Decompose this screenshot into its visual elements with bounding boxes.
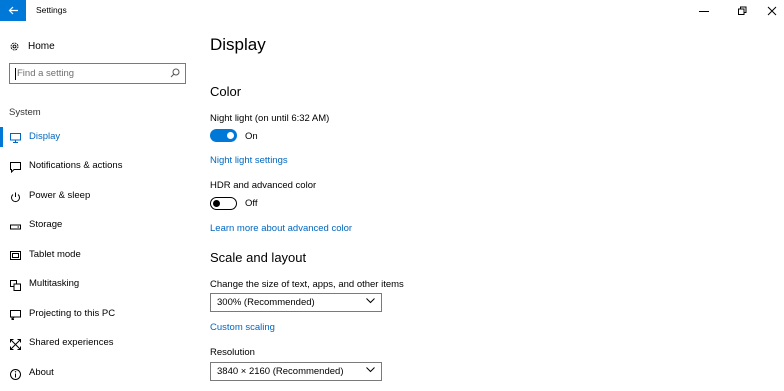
custom-scaling-link[interactable]: Custom scaling [210, 322, 275, 333]
minimize-button[interactable] [688, 0, 720, 21]
sidebar-item-label: About [29, 367, 54, 378]
sidebar-item-label: Projecting to this PC [29, 308, 116, 319]
active-indicator [0, 127, 3, 147]
search-input[interactable] [17, 66, 167, 81]
sidebar: Home System Display Notifications & acti… [0, 21, 196, 391]
shared-experiences-icon [9, 337, 21, 350]
night-light-settings-link[interactable]: Night light settings [210, 155, 288, 166]
toggle-knob [213, 199, 220, 207]
sidebar-item-storage[interactable]: Storage [0, 215, 196, 235]
restore-button[interactable] [726, 0, 758, 21]
search-box[interactable] [9, 63, 186, 84]
toggle-knob [227, 132, 234, 139]
back-button[interactable] [0, 0, 26, 21]
main-content: Display Color Night light (on until 6:32… [196, 21, 784, 391]
sidebar-item-shared-experiences[interactable]: Shared experiences [0, 333, 196, 353]
projecting-icon [9, 308, 21, 320]
sidebar-item-projecting[interactable]: Projecting to this PC [0, 304, 196, 324]
scale-dropdown-value: 300% (Recommended) [217, 297, 315, 308]
text-cursor [15, 68, 16, 80]
sidebar-item-label: Power & sleep [29, 190, 91, 201]
section-heading-scale-layout: Scale and layout [210, 250, 307, 265]
hdr-label: HDR and advanced color [210, 180, 317, 191]
storage-icon [9, 219, 21, 231]
chevron-down-icon [366, 298, 375, 304]
arrow-left-icon [8, 6, 18, 15]
info-icon [9, 367, 21, 380]
sidebar-item-label: Display [29, 131, 61, 142]
home-label: Home [28, 40, 55, 52]
sidebar-item-about[interactable]: About [0, 363, 196, 383]
size-label: Change the size of text, apps, and other… [210, 279, 404, 290]
sidebar-item-label: Shared experiences [29, 337, 114, 348]
notification-icon [9, 160, 21, 173]
sidebar-item-label: Notifications & actions [29, 160, 123, 171]
sidebar-item-label: Multitasking [29, 278, 80, 289]
page-title: Display [210, 35, 266, 54]
home-nav-item[interactable]: Home [9, 38, 55, 54]
resolution-dropdown[interactable]: 3840 × 2160 (Recommended) [210, 362, 382, 381]
restore-icon [738, 6, 747, 15]
resolution-dropdown-value: 3840 × 2160 (Recommended) [217, 366, 344, 377]
advanced-color-link[interactable]: Learn more about advanced color [210, 223, 352, 234]
tablet-icon [9, 249, 21, 261]
monitor-icon [9, 131, 21, 143]
sidebar-item-label: Storage [29, 219, 63, 230]
scale-dropdown[interactable]: 300% (Recommended) [210, 293, 382, 312]
hdr-state: Off [245, 198, 258, 209]
app-title: Settings [36, 5, 67, 15]
sidebar-item-tablet-mode[interactable]: Tablet mode [0, 245, 196, 265]
multitasking-icon [9, 278, 21, 291]
resolution-label: Resolution [210, 347, 255, 358]
sidebar-item-notifications[interactable]: Notifications & actions [0, 156, 196, 176]
night-light-label: Night light (on until 6:32 AM) [210, 113, 330, 124]
section-heading-color: Color [210, 84, 242, 99]
sidebar-item-display[interactable]: Display [0, 127, 196, 147]
night-light-state: On [245, 131, 258, 142]
search-icon[interactable] [170, 68, 180, 78]
night-light-toggle[interactable] [210, 129, 237, 142]
sidebar-item-label: Tablet mode [29, 249, 81, 260]
close-icon [767, 6, 777, 15]
title-bar: Settings [0, 0, 784, 21]
section-label-system: System [9, 107, 41, 118]
gear-icon [10, 42, 19, 50]
chevron-down-icon [366, 367, 375, 373]
power-icon [9, 190, 21, 202]
sidebar-item-multitasking[interactable]: Multitasking [0, 274, 196, 294]
sidebar-item-power-sleep[interactable]: Power & sleep [0, 186, 196, 206]
minimize-icon [699, 10, 709, 12]
hdr-toggle[interactable] [210, 197, 237, 210]
close-button[interactable] [756, 0, 784, 21]
